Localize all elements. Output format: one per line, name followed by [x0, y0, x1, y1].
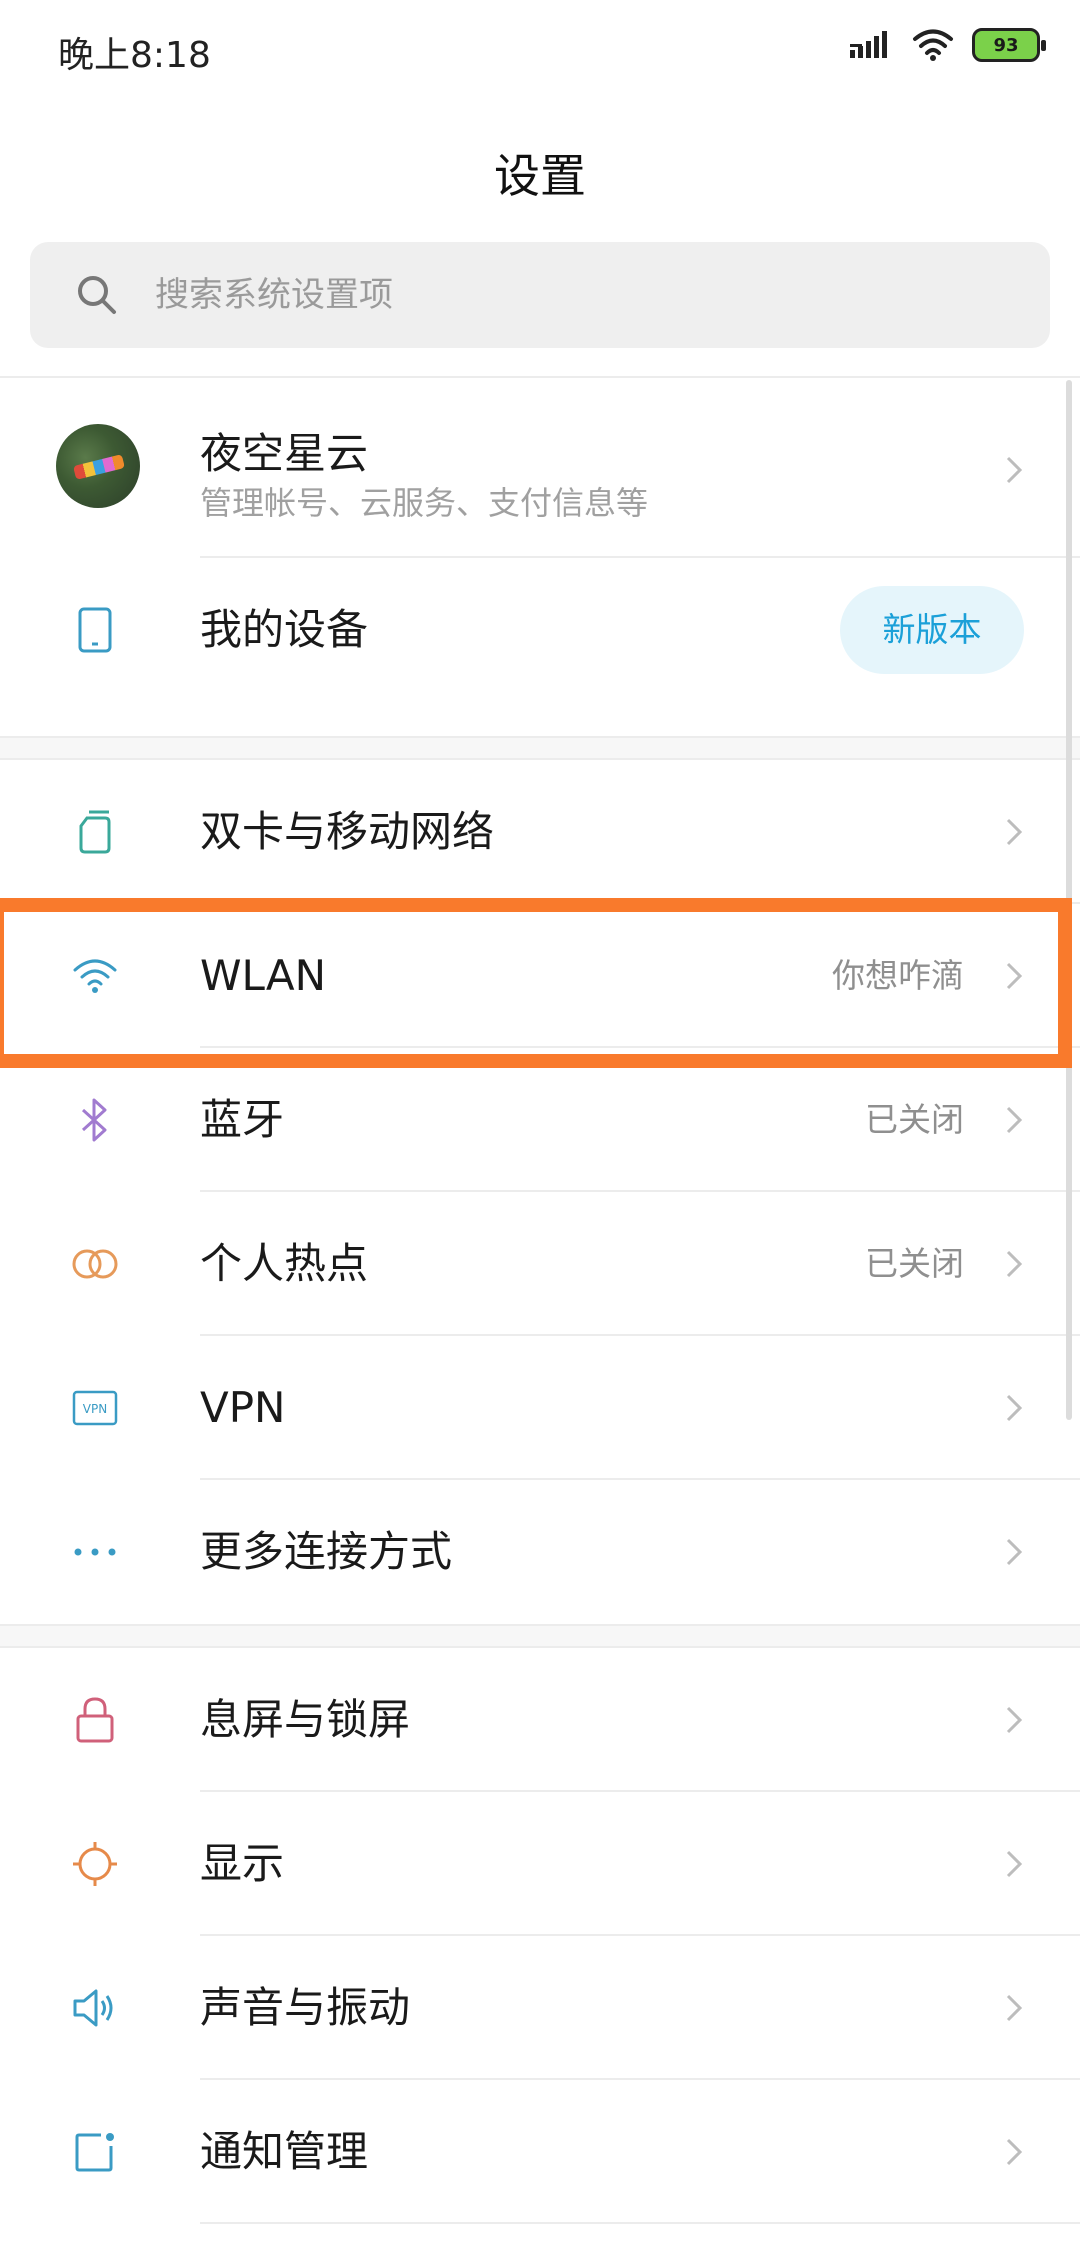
svg-text:VPN: VPN — [83, 1402, 107, 1416]
wifi-icon — [913, 29, 953, 61]
notifications-row[interactable]: 通知管理 — [0, 2080, 1080, 2224]
my-device-row[interactable]: 我的设备 新版本 — [0, 558, 1080, 702]
chevron-right-icon — [1006, 1994, 1023, 2022]
chevron-right-icon — [1006, 818, 1023, 846]
bluetooth-icon — [70, 1095, 120, 1145]
phone-icon — [70, 605, 120, 655]
vpn-row[interactable]: VPN VPN — [0, 1336, 1080, 1480]
lock-icon — [70, 1695, 120, 1745]
hotspot-row[interactable]: 个人热点 已关闭 — [0, 1192, 1080, 1336]
sound-label: 声音与振动 — [200, 1983, 411, 2032]
section-divider — [0, 1624, 1080, 1648]
chevron-right-icon — [1006, 2138, 1023, 2166]
page-title: 设置 — [494, 149, 586, 203]
lock-screen-row[interactable]: 息屏与锁屏 — [0, 1648, 1080, 1792]
scrollbar[interactable] — [1066, 380, 1072, 1420]
my-device-label: 我的设备 — [200, 605, 369, 654]
account-subtitle: 管理帐号、云服务、支付信息等 — [200, 484, 649, 522]
search-icon — [78, 276, 116, 314]
new-version-badge[interactable]: 新版本 — [840, 586, 1024, 674]
hotspot-label: 个人热点 — [200, 1239, 369, 1288]
notification-icon — [70, 2127, 120, 2177]
bluetooth-value: 已关闭 — [865, 1100, 964, 1139]
hotspot-value: 已关闭 — [865, 1244, 964, 1283]
status-icons: 93 — [850, 28, 1046, 62]
sun-icon — [70, 1839, 120, 1889]
chevron-right-icon — [1006, 456, 1023, 484]
battery-level: 93 — [993, 34, 1019, 56]
more-connections-row[interactable]: 更多连接方式 — [0, 1480, 1080, 1624]
search-bar[interactable] — [30, 242, 1050, 348]
chevron-right-icon — [1006, 1394, 1023, 1422]
account-row[interactable]: 夜空星云 管理帐号、云服务、支付信息等 — [0, 380, 1080, 558]
sim-network-label: 双卡与移动网络 — [200, 807, 495, 856]
more-connections-label: 更多连接方式 — [200, 1527, 453, 1576]
speaker-icon — [70, 1983, 120, 2033]
vpn-icon: VPN — [70, 1383, 120, 1433]
wifi-icon — [70, 951, 120, 1001]
battery-icon: 93 — [972, 28, 1046, 62]
sound-row[interactable]: 声音与振动 — [0, 1936, 1080, 2080]
chevron-right-icon — [1006, 962, 1023, 990]
more-dots-icon — [70, 1527, 120, 1577]
display-row[interactable]: 显示 — [0, 1792, 1080, 1936]
sim-network-row[interactable]: 双卡与移动网络 — [0, 760, 1080, 904]
search-input[interactable] — [155, 242, 1015, 348]
chevron-right-icon — [1006, 1250, 1023, 1278]
wlan-row[interactable]: WLAN 你想咋滴 — [0, 904, 1080, 1048]
lock-screen-label: 息屏与锁屏 — [200, 1695, 411, 1744]
display-label: 显示 — [200, 1839, 285, 1888]
account-name: 夜空星云 — [200, 429, 369, 478]
row-divider — [200, 2222, 1080, 2224]
wlan-value: 你想咋滴 — [832, 956, 964, 995]
wlan-label: WLAN — [200, 951, 327, 1000]
hotspot-icon — [70, 1239, 120, 1289]
status-bar: 晚上8:18 93 — [0, 0, 1080, 100]
avatar — [56, 424, 140, 508]
vpn-label: VPN — [200, 1383, 286, 1432]
chevron-right-icon — [1006, 1850, 1023, 1878]
section-divider — [0, 736, 1080, 760]
chevron-right-icon — [1006, 1706, 1023, 1734]
bluetooth-label: 蓝牙 — [200, 1095, 285, 1144]
signal-icon — [850, 31, 887, 58]
sim-card-icon — [70, 807, 120, 857]
chevron-right-icon — [1006, 1538, 1023, 1566]
status-time: 晚上8:18 — [58, 35, 211, 76]
bluetooth-row[interactable]: 蓝牙 已关闭 — [0, 1048, 1080, 1192]
notifications-label: 通知管理 — [200, 2127, 369, 2176]
divider — [0, 376, 1080, 378]
chevron-right-icon — [1006, 1106, 1023, 1134]
